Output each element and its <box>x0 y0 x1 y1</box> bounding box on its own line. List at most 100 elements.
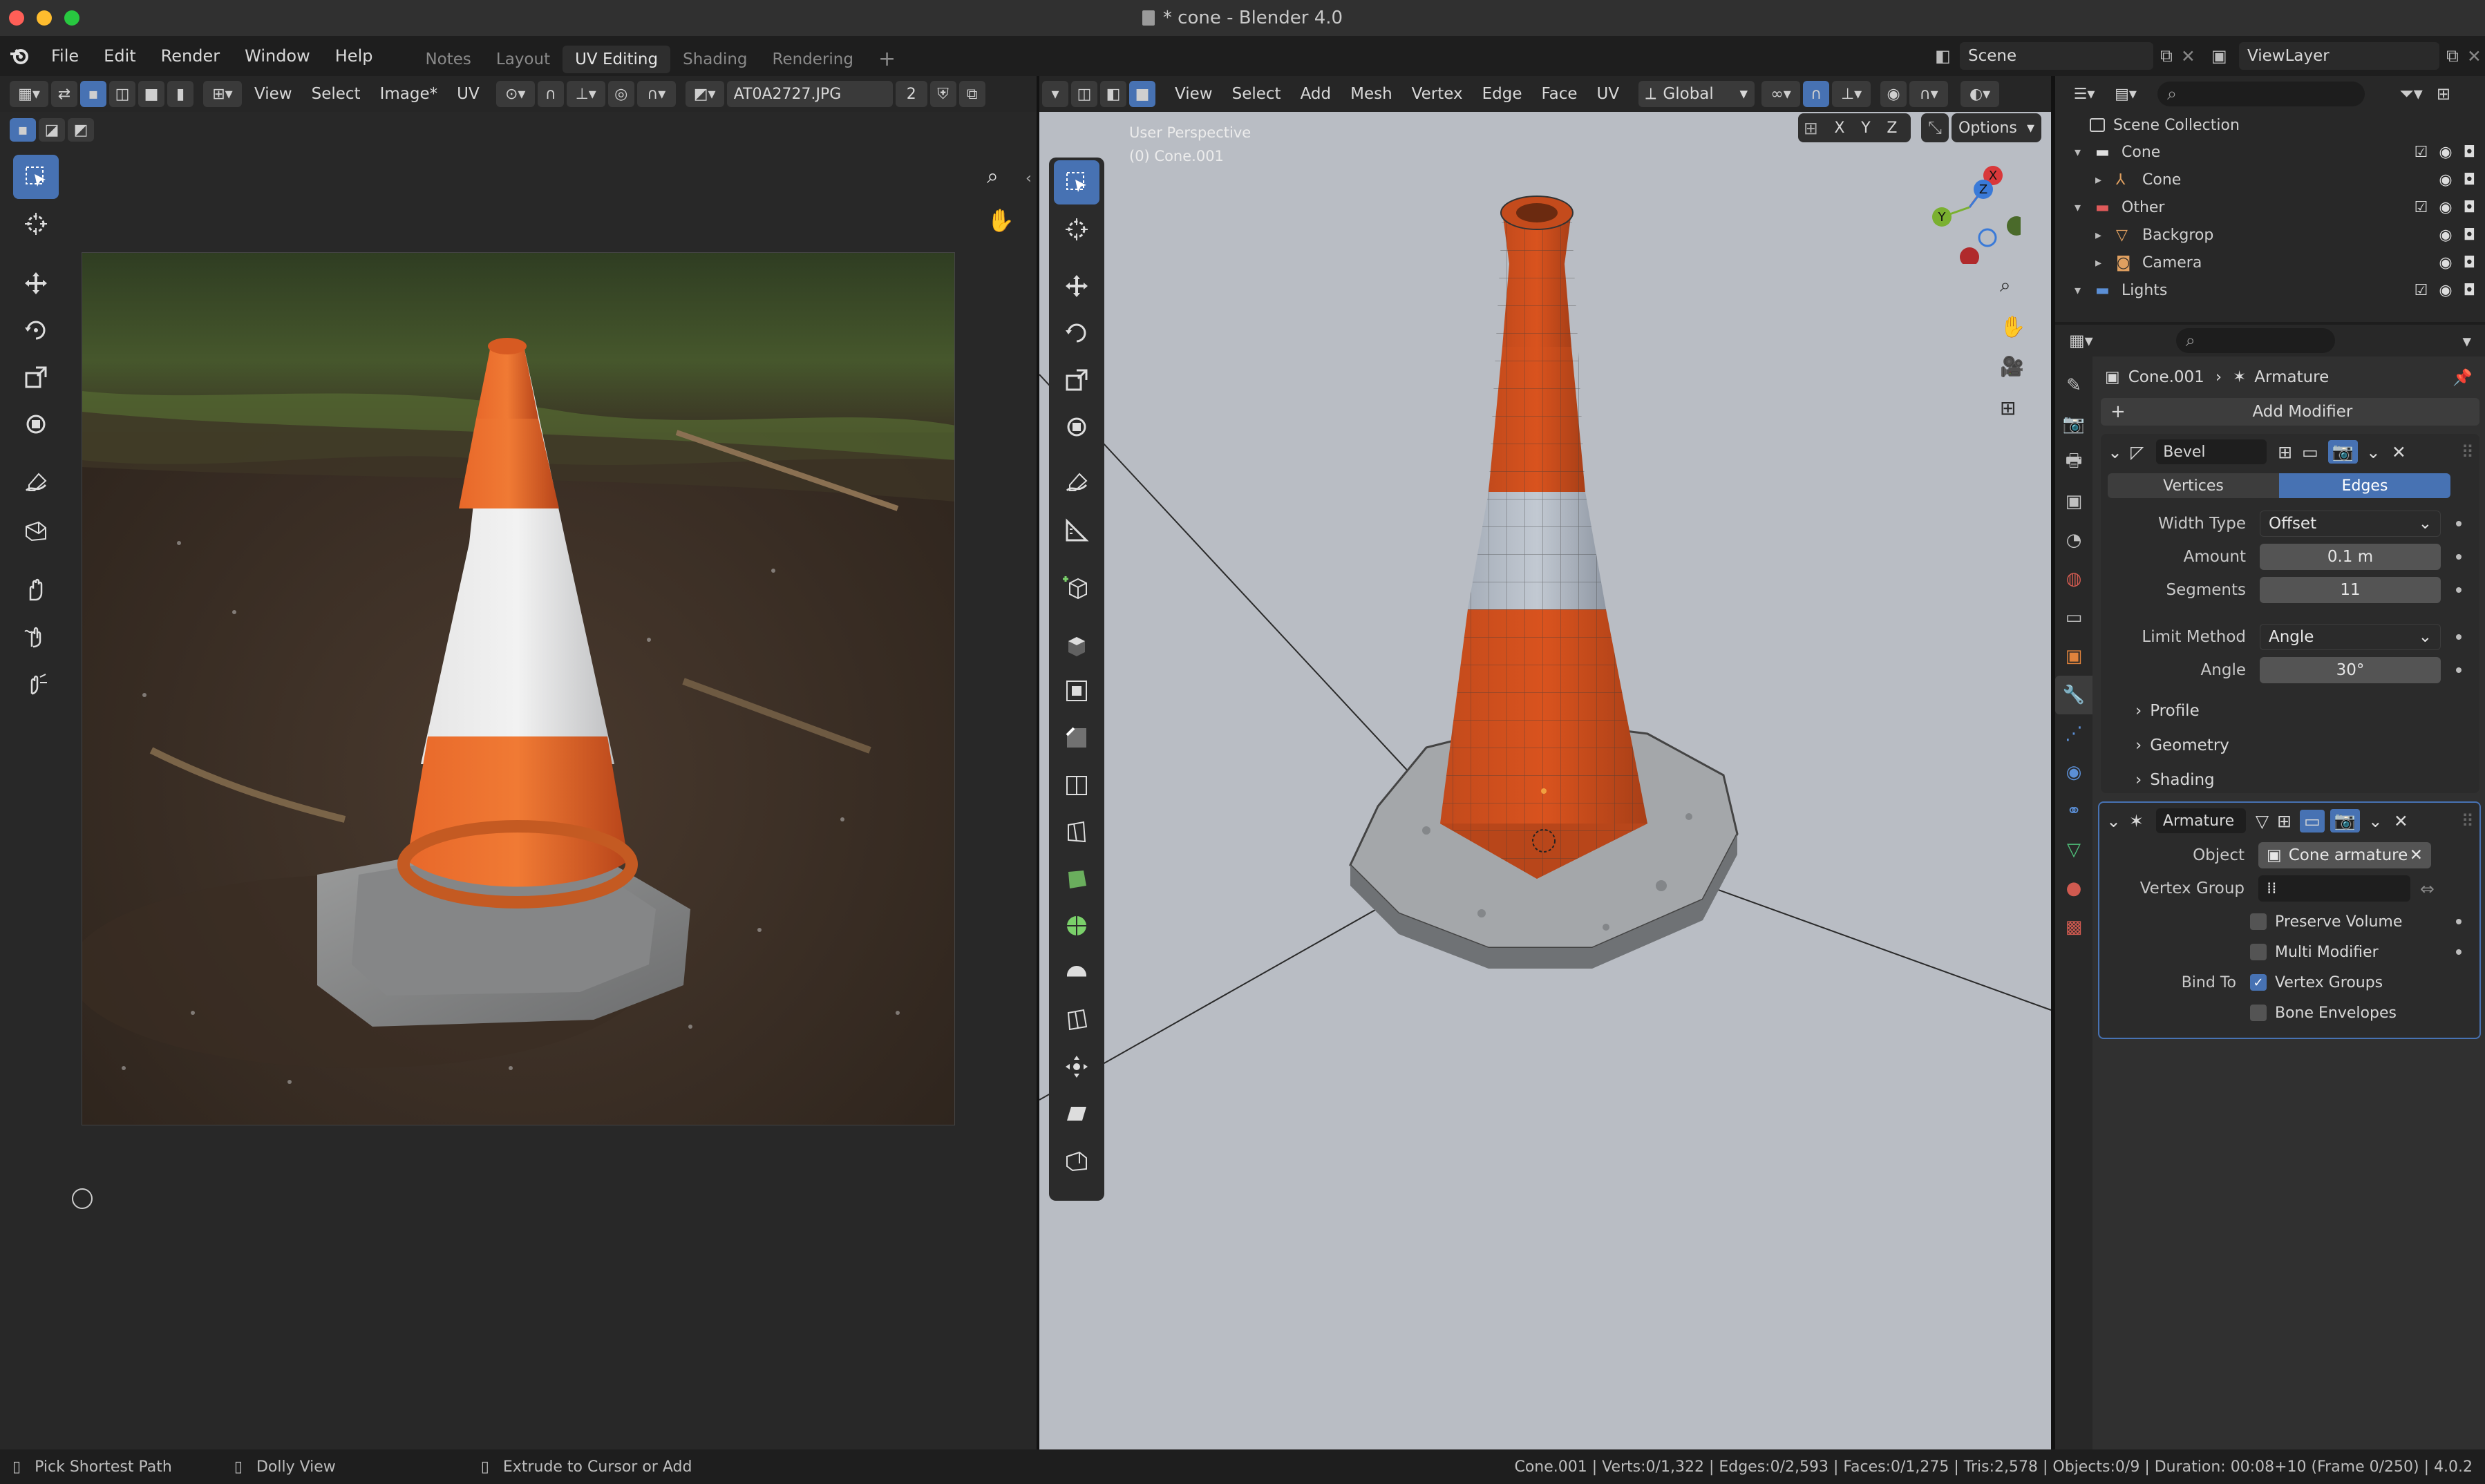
outliner-row[interactable]: ▾ ▬ Cone ☑ ◉ ◘ <box>2055 138 2485 166</box>
invert-vertex-group-icon[interactable]: ⇔ <box>2420 879 2435 899</box>
edge-slide-icon[interactable] <box>1054 998 1099 1042</box>
preserve-volume-checkbox[interactable] <box>2250 913 2267 930</box>
vp-menu-vertex[interactable]: Vertex <box>1402 76 1473 112</box>
keyframe-dot[interactable] <box>2456 949 2462 955</box>
bevel-name-field[interactable]: Bevel <box>2156 439 2267 464</box>
edges-tab[interactable]: Edges <box>2279 473 2450 498</box>
expand-down-icon[interactable]: ▾ <box>2075 145 2090 160</box>
rotate-tool-icon[interactable] <box>13 308 59 352</box>
options-dropdown[interactable]: Options ▾ <box>1952 113 2041 142</box>
expand-right-icon[interactable]: ▸ <box>2095 228 2110 242</box>
shear-icon[interactable] <box>1054 1092 1099 1136</box>
cursor-tool-icon[interactable] <box>13 202 59 246</box>
pinch-tool-icon[interactable] <box>13 662 59 706</box>
outliner-row[interactable]: ▾ ▬ Lights ☑ ◉ ◘ <box>2055 276 2485 304</box>
tab-shading[interactable]: Shading <box>670 46 759 73</box>
pivot-dropdown[interactable]: ⊙▾ <box>495 81 535 107</box>
vp-move-icon[interactable] <box>1054 264 1099 308</box>
visibility-dropdown[interactable]: ◐▾ <box>1960 81 2000 107</box>
pan-view-icon[interactable]: ✋ <box>987 207 1014 234</box>
pin-icon[interactable]: 📌 <box>2453 368 2473 387</box>
proportional-edit-icon[interactable]: ◎ <box>607 81 634 107</box>
render-tab-icon[interactable]: 📷 <box>2055 405 2092 444</box>
image-browse-dropdown[interactable]: ◩▾ <box>685 81 724 107</box>
area-divider[interactable] <box>1037 76 1039 1449</box>
visibility-eye-icon[interactable]: ◉ <box>2439 254 2452 272</box>
scene-selector[interactable]: ◧ Scene ⧉ ✕ <box>1935 42 2195 70</box>
poly-build-icon[interactable] <box>1054 857 1099 901</box>
auto-merge-icon[interactable]: ⤡ <box>1921 113 1949 142</box>
edge-mode-icon[interactable]: ◧ <box>1100 81 1126 107</box>
vp-menu-view[interactable]: View <box>1165 76 1222 112</box>
on-cage-toggle-icon[interactable]: ▽ <box>2256 811 2269 831</box>
vp-menu-add[interactable]: Add <box>1291 76 1341 112</box>
uv-select-box-icon[interactable]: ▪ <box>10 118 36 142</box>
vp-menu-uv[interactable]: UV <box>1587 76 1629 112</box>
uv-menu-uv[interactable]: UV <box>447 76 489 112</box>
render-toggle-icon[interactable]: 📷 <box>2327 440 2358 464</box>
menu-help[interactable]: Help <box>323 36 386 76</box>
scale-tool-icon[interactable] <box>13 355 59 399</box>
modifier-menu-chevron-icon[interactable]: ⌄ <box>2368 811 2383 831</box>
snap-icon[interactable]: ∩ <box>537 81 564 107</box>
uv-select-extend-icon[interactable]: ◪ <box>39 118 65 142</box>
outliner-row[interactable]: ▸ ◙ Camera ◉ ◘ <box>2055 249 2485 276</box>
segments-field[interactable]: 11 <box>2260 577 2441 603</box>
tab-notes[interactable]: Notes <box>413 46 483 73</box>
2d-cursor-icon[interactable] <box>72 1188 93 1209</box>
amount-field[interactable]: 0.1 m <box>2260 544 2441 570</box>
render-camera-icon[interactable]: ◘ <box>2464 199 2475 216</box>
vertex-select-mode-button[interactable]: ▪ <box>80 81 106 107</box>
outliner-row[interactable]: ▸ ⅄ Cone ◉ ◘ <box>2055 166 2485 193</box>
new-image-icon[interactable]: ⧉ <box>958 81 985 107</box>
proportional-editing-icon[interactable]: ◉ <box>1880 81 1907 107</box>
snap-target-dropdown[interactable]: ⊥▾ <box>566 81 605 107</box>
vp-measure-icon[interactable] <box>1054 508 1099 553</box>
viewport-toggle-icon[interactable]: ▭ <box>2300 809 2325 833</box>
uv-menu-view[interactable]: View <box>245 76 302 112</box>
drag-handle-icon[interactable]: ⠿ <box>2462 811 2474 831</box>
zoom-view-icon[interactable]: ⌕ <box>987 164 999 189</box>
viewport-canvas[interactable]: User Perspective (0) Cone.001 ⊞ X Y Z ⤡ … <box>1039 112 2051 1449</box>
tab-rendering[interactable]: Rendering <box>760 46 866 73</box>
keyframe-dot[interactable] <box>2456 521 2462 526</box>
vp-scale-icon[interactable] <box>1054 358 1099 402</box>
axis-x-toggle[interactable]: X <box>1826 120 1853 137</box>
bone-envelopes-row[interactable]: Bone Envelopes <box>2099 999 2479 1027</box>
keyframe-dot[interactable] <box>2456 554 2462 560</box>
axis-z-toggle[interactable]: Z <box>1879 120 1905 137</box>
expand-right-icon[interactable]: ▸ <box>2095 256 2110 270</box>
uv-sync-icon[interactable]: ⇄ <box>51 81 77 107</box>
snap-to-dropdown[interactable]: ⊥▾ <box>1832 81 1871 107</box>
tool-tab-icon[interactable]: ✎ <box>2055 366 2092 405</box>
visibility-eye-icon[interactable]: ◉ <box>2439 171 2452 189</box>
relax-tool-icon[interactable] <box>13 615 59 659</box>
inset-faces-icon[interactable] <box>1054 669 1099 713</box>
physics-tab-icon[interactable]: ◉ <box>2055 753 2092 792</box>
outliner-row[interactable]: ▸ ▽ Backgrop ◉ ◘ <box>2055 221 2485 249</box>
tab-uv-editing[interactable]: UV Editing <box>563 45 671 73</box>
vp-rotate-icon[interactable] <box>1054 311 1099 355</box>
shading-subpanel[interactable]: › Shading <box>2101 763 2479 797</box>
texture-tab-icon[interactable]: ▩ <box>2055 908 2092 946</box>
face-mode-icon[interactable]: ■ <box>1129 81 1155 107</box>
rip-region-tool-icon[interactable] <box>13 508 59 553</box>
transform-tool-icon[interactable] <box>13 402 59 446</box>
constraints-tab-icon[interactable]: ⚭ <box>2055 792 2092 830</box>
fake-user-shield-icon[interactable]: ⛨ <box>929 81 956 107</box>
remove-modifier-icon[interactable]: ✕ <box>2394 811 2408 831</box>
vp-menu-mesh[interactable]: Mesh <box>1341 76 1402 112</box>
drag-handle-icon[interactable]: ⠿ <box>2462 442 2474 462</box>
uv-menu-select[interactable]: Select <box>302 76 370 112</box>
expand-down-icon[interactable]: ▾ <box>2075 200 2090 215</box>
properties-options-dropdown[interactable]: ▾ <box>2462 331 2471 351</box>
camera-view-icon[interactable]: 🎥 <box>2000 355 2024 378</box>
uv-menu-image[interactable]: Image* <box>370 76 448 112</box>
move-tool-icon[interactable] <box>13 261 59 305</box>
outliner-row[interactable]: ▾ ▬ Other ☑ ◉ ◘ <box>2055 193 2485 221</box>
outliner-root-row[interactable]: Scene Collection <box>2055 112 2485 138</box>
vertex-mode-icon[interactable]: ◫ <box>1071 81 1097 107</box>
visibility-eye-icon[interactable]: ◉ <box>2439 199 2452 216</box>
visibility-eye-icon[interactable]: ◉ <box>2439 144 2452 161</box>
grab-tool-icon[interactable] <box>13 568 59 612</box>
